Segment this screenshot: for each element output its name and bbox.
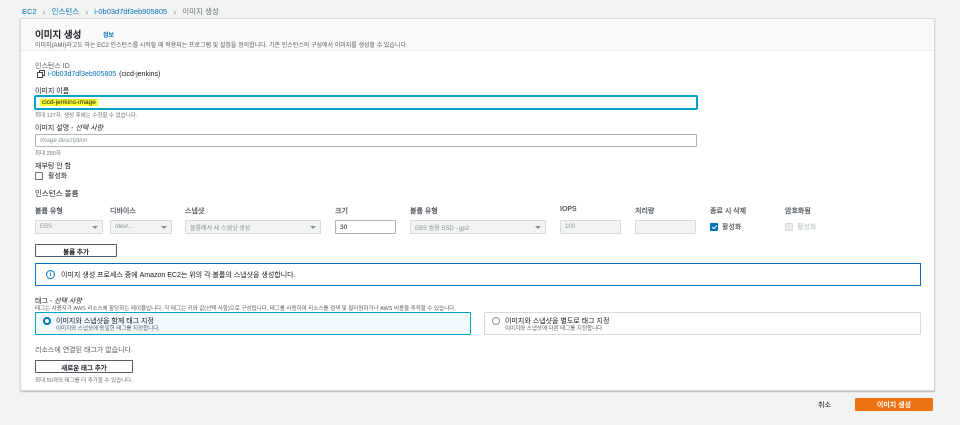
image-desc-hint: 최대 255자 (35, 151, 61, 157)
no-reboot-row: 활성화 (35, 171, 67, 181)
instance-id-row: i-0b03d7df3eb905805 (cicd-jenkins) (37, 70, 160, 78)
throughput-input (635, 220, 696, 234)
cancel-button[interactable]: 취소 (818, 400, 831, 410)
breadcrumb-instances[interactable]: 인스턴스 (52, 6, 80, 17)
no-reboot-label: 재부팅 안 함 (35, 163, 72, 170)
volumes-header-iops: IOPS (560, 206, 577, 213)
volume-type-select: EBS (35, 220, 103, 234)
tag-separately-desc: 이미지와 스냅샷에 다른 태그를 지정합니다. (505, 326, 604, 332)
image-name-value: cicd-jenkins-image (40, 99, 98, 106)
no-reboot-checkbox-label: 활성화 (48, 173, 68, 180)
volumes-header-device: 디바이스 (110, 208, 136, 215)
image-desc-input[interactable]: Image description (35, 134, 697, 147)
volumes-header-delete-on-termination: 종료 시 삭제 (710, 208, 747, 215)
delete-on-termination-checkbox[interactable] (710, 223, 718, 231)
caret-down-icon (161, 225, 167, 229)
page-description: 이미지(AMI)라고도 하는 EC2 인스턴스를 시작할 때 적용되는 프로그램… (35, 43, 408, 49)
copy-icon[interactable] (37, 70, 45, 78)
encrypted: 활성화 (785, 222, 816, 232)
panel-header: 이미지 생성 정보 이미지(AMI)라고도 하는 EC2 인스턴스를 시작할 때… (21, 19, 934, 51)
chevron-right-icon: › (173, 6, 177, 17)
encrypted-checkbox (785, 223, 793, 231)
chevron-right-icon: › (42, 6, 46, 17)
image-name-input[interactable]: cicd-jenkins-image (35, 96, 697, 109)
caret-down-icon (535, 225, 541, 229)
tag-together-radio[interactable] (43, 317, 51, 325)
ebs-volume-type-select: EBS 범용 SSD - gp2 (410, 220, 546, 234)
instance-id-link[interactable]: i-0b03d7df3eb905805 (48, 71, 116, 78)
encrypted-label: 활성화 (797, 224, 817, 231)
snapshot-select: 볼륨에서 새 스냅샷 생성 (185, 220, 321, 234)
add-tag-button[interactable]: 새로운 태그 추가 (35, 360, 133, 373)
info-alert-text: 이미지 생성 프로세스 중에 Amazon EC2는 위의 각 볼륨의 스냅샷을… (61, 271, 296, 279)
size-input[interactable]: 30 (335, 220, 396, 234)
info-icon: i (46, 270, 55, 279)
no-tags-text: 리소스에 연결된 태그가 없습니다. (35, 347, 133, 354)
volumes-header-snapshot: 스냅샷 (185, 208, 205, 215)
info-link[interactable]: 정보 (103, 30, 114, 39)
tag-separately-radio[interactable] (492, 317, 500, 325)
volumes-title: 인스턴스 볼륨 (35, 189, 79, 198)
add-volume-button[interactable]: 볼륨 추가 (35, 244, 117, 257)
chevron-right-icon: › (85, 6, 89, 17)
device-select: /dev/... (110, 220, 172, 234)
volumes-header-volume-type: 볼륨 유형 (410, 208, 438, 215)
delete-on-termination-label: 활성화 (722, 224, 742, 231)
create-image-button[interactable]: 이미지 생성 (855, 398, 933, 411)
caret-down-icon (92, 225, 98, 229)
image-desc-label: 이미지 설명 - 선택 사항 (35, 125, 104, 132)
volumes-header-throughput: 처리량 (635, 208, 655, 215)
breadcrumb-instance-id[interactable]: i-0b03d7df3eb905805 (94, 7, 167, 16)
tag-together-desc: 이미지와 스냅샷에 동일한 태그를 지정합니다. (56, 326, 160, 332)
iops-input: 100 (560, 220, 621, 234)
tags-description: 태그는 사용자가 AWS 리소스에 할당하는 레이블입니다. 각 태그는 키와 … (35, 306, 456, 312)
volumes-header-type: 볼륨 유형 (35, 208, 63, 215)
breadcrumb-current: 이미지 생성 (182, 7, 219, 16)
image-name-label: 이미지 이름 (35, 88, 70, 95)
create-image-panel: 이미지 생성 정보 이미지(AMI)라고도 하는 EC2 인스턴스를 시작할 때… (20, 18, 935, 391)
caret-down-icon (310, 225, 316, 229)
info-alert: i 이미지 생성 프로세스 중에 Amazon EC2는 위의 각 볼륨의 스냅… (35, 263, 921, 286)
volumes-header-size: 크기 (335, 208, 348, 215)
no-reboot-checkbox[interactable] (35, 172, 43, 180)
image-name-hint: 최대 127자. 생성 후에는 수정할 수 없습니다. (35, 113, 138, 119)
instance-name: (cicd-jenkins) (119, 70, 161, 78)
tag-together-option[interactable]: 이미지와 스냅샷을 함께 태그 지정 이미지와 스냅샷에 동일한 태그를 지정합… (35, 312, 471, 335)
breadcrumb-ec2[interactable]: EC2 (22, 7, 37, 16)
image-desc-placeholder: Image description (40, 137, 88, 144)
tags-hint: 최대 50개의 태그를 더 추가할 수 있습니다. (35, 378, 133, 384)
delete-on-termination: 활성화 (710, 222, 741, 232)
tag-separately-option[interactable]: 이미지와 스냅샷을 별도로 태그 지정 이미지와 스냅샷에 다른 태그를 지정합… (484, 312, 921, 335)
breadcrumb: EC2 › 인스턴스 › i-0b03d7df3eb905805 › 이미지 생… (22, 6, 219, 17)
volumes-header-encrypted: 암호화됨 (785, 208, 811, 215)
page-title: 이미지 생성 (35, 30, 82, 41)
